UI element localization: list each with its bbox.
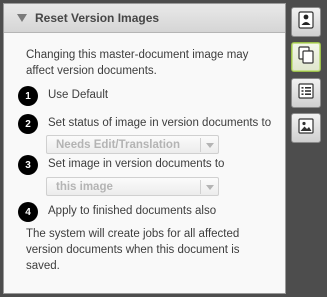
footer-text: The system will create jobs for all affe… [26,228,240,272]
status-select[interactable]: Needs Edit/Translation [46,135,219,154]
option-set-image[interactable]: Set image in version documents to [48,158,224,170]
image-select-value: this image [56,180,113,193]
step-2-badge: 2 [18,114,38,134]
list-button[interactable] [291,78,321,108]
app-frame: Reset Version Images Changing this maste… [0,0,327,297]
image-select[interactable]: this image [46,177,219,196]
status-select-value: Needs Edit/Translation [56,138,180,151]
panel-title: Reset Version Images [35,11,160,25]
image-icon [298,117,314,139]
chevron-down-icon[interactable] [200,180,218,194]
step-4-badge: 4 [18,202,38,222]
option-apply-finished[interactable]: Apply to finished documents also [48,205,216,217]
collapse-triangle-icon[interactable] [15,11,29,25]
option-set-status[interactable]: Set status of image in version documents… [48,117,271,129]
list-icon [298,82,314,104]
reset-version-images-panel: Reset Version Images Changing this maste… [3,3,286,294]
person-info-icon [298,10,314,34]
step-1-badge: 1 [18,86,38,106]
documents-button[interactable] [291,42,321,72]
panel-header[interactable]: Reset Version Images [4,4,285,33]
copy-documents-icon [298,45,314,69]
intro-text: Changing this master-document image may … [26,49,249,77]
chevron-down-icon[interactable] [200,138,218,152]
step-3-badge: 3 [18,155,38,175]
option-use-default[interactable]: Use Default [48,89,108,101]
image-button[interactable] [291,113,321,143]
info-button[interactable] [291,7,321,37]
